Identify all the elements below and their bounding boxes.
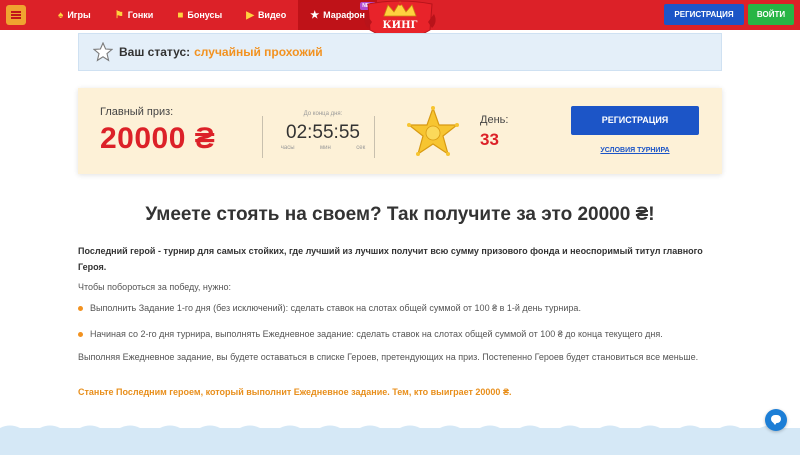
register-button-main[interactable]: РЕГИСТРАЦИЯ [571,106,699,135]
day-value: 33 [480,130,499,149]
list-item-text: Выполнить Задание 1-го дня (без исключен… [90,303,581,313]
timer-units: часы мин сек [268,145,378,151]
bullet-dot [78,306,83,311]
status-bar: Ваш статус: случайный прохожий [78,33,722,71]
timer-unit-hours: часы [280,145,295,151]
list-item: Начиная со 2-го дня турнира, выполнять Е… [78,329,728,340]
countdown-timer: 02:55:55 [286,122,360,143]
star-outline-icon [93,42,113,62]
nav-item-label: Игры [67,10,91,20]
timer-unit-minutes: мин [320,145,331,151]
day-label: День: [480,114,509,126]
divider [262,116,263,158]
intro-text: Последний герой - турнир для самых стойк… [78,246,703,272]
cards-icon: ♠ [58,9,64,21]
list-item-text: Начиная со 2-го дня турнира, выполнять Е… [90,329,663,339]
logo-text: КИНГ [383,20,418,31]
nav-item-video[interactable]: ▶ Видео [234,0,298,30]
menu-icon[interactable] [6,5,26,25]
wave-edge [0,425,800,433]
sheriff-star-icon [407,106,459,156]
call-to-action-text: Станьте Последним героем, который выполн… [78,387,512,397]
footer-wave [0,425,800,455]
daily-task-text: Выполняя Ежедневное задание, вы будете о… [78,352,699,362]
nav-item-bonuses[interactable]: ■ Бонусы [165,0,234,30]
prize-card: Главный приз: 20000 ₴ До конца дня: 02:5… [78,88,722,174]
page-headline: Умеете стоять на своем? Так получите за … [145,204,655,225]
nav-item-games[interactable]: ♠ Игры [46,0,103,30]
divider [374,116,375,158]
conditions-list: Выполнить Задание 1-го дня (без исключен… [78,303,728,355]
main-nav: ♠ Игры ⚑ Гонки ■ Бонусы ▶ Видео ★ Марафо… [46,0,377,30]
nav-item-label: Гонки [127,10,154,20]
video-icon: ▶ [246,9,254,21]
nav-item-races[interactable]: ⚑ Гонки [103,0,166,30]
prize-amount: 20000 ₴ [100,122,216,155]
nav-item-label: Марафон [323,10,365,20]
gift-icon: ■ [177,9,184,21]
list-item: Выполнить Задание 1-го дня (без исключен… [78,303,728,314]
login-button[interactable]: ВОЙТИ [748,4,794,25]
register-button[interactable]: РЕГИСТРАЦИЯ [664,4,744,25]
prize-label: Главный приз: [100,106,174,118]
status-value: случайный прохожий [194,45,323,59]
nav-item-label: Видео [257,10,287,20]
top-navbar: ♠ Игры ⚑ Гонки ■ Бонусы ▶ Видео ★ Марафо… [0,0,800,40]
nav-item-label: Бонусы [187,10,223,20]
timer-unit-seconds: сек [356,145,366,151]
conditions-intro: Чтобы побороться за победу, нужно: [78,282,231,292]
tournament-terms-link[interactable]: УСЛОВИЯ ТУРНИРА [571,147,699,154]
chat-icon[interactable] [765,409,787,431]
status-label: Ваш статус: [119,45,191,59]
timer-caption: До конца дня: [303,111,343,117]
star-icon: ★ [310,9,320,21]
flag-icon: ⚑ [114,9,124,21]
bullet-dot [78,332,83,337]
